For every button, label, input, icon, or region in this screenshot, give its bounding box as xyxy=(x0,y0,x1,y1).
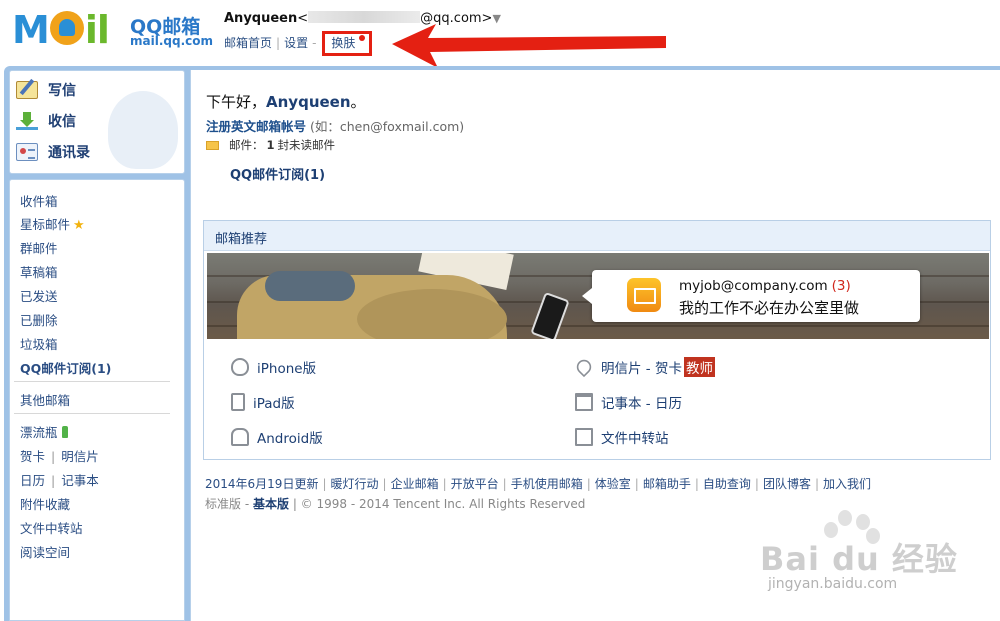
settings-link[interactable]: 设置 xyxy=(284,36,308,50)
notification-bubble: myjob@company.com (3) 我的工作不必在办公室里做 xyxy=(582,270,920,322)
mail-logo-mark: Mil xyxy=(12,8,110,52)
calendar-links: 日历 | 记事本 xyxy=(20,473,99,488)
baidu-watermark: Bai du 经验 jingyan.baidu.com xyxy=(740,510,980,610)
footer-link[interactable]: 自助查询 xyxy=(703,477,751,491)
skin-link-highlight[interactable]: 换肤 xyxy=(322,31,373,56)
footer-link[interactable]: 手机使用邮箱 xyxy=(511,477,583,491)
annotation-arrow-icon xyxy=(392,24,666,68)
watermark-url: jingyan.baidu.com xyxy=(768,576,898,592)
recommend-title: 邮箱推荐 xyxy=(204,221,990,251)
teacher-tag: 教师 xyxy=(683,357,715,377)
drift-bottle-link[interactable]: 漂流瓶 xyxy=(20,422,68,441)
folder-divider xyxy=(14,413,170,414)
compose-button[interactable]: 写信 xyxy=(16,78,76,102)
qqmail-logo[interactable]: Mil QQ邮箱 mail.qq.com xyxy=(12,8,213,52)
folder-deleted[interactable]: 已删除 xyxy=(20,310,58,329)
redacted-email xyxy=(308,11,421,23)
footer-link[interactable]: 加入我们 xyxy=(823,477,871,491)
folder-other-mailboxes[interactable]: 其他邮箱 xyxy=(20,390,70,409)
standard-version-label[interactable]: 标准版 xyxy=(205,497,241,511)
greeting-card-link[interactable]: 贺卡 xyxy=(20,449,45,464)
calendar-link[interactable]: 日历 xyxy=(20,473,45,488)
footer-link[interactable]: 开放平台 xyxy=(451,477,499,491)
copyright-text: | © 1998 - 2014 Tencent Inc. All Rights … xyxy=(292,497,586,511)
postcard-link[interactable]: 明信片 xyxy=(61,449,99,464)
greeting-name: Anyqueen xyxy=(266,93,351,111)
inbox-download-icon xyxy=(16,112,38,130)
footer-link[interactable]: 企业邮箱 xyxy=(391,477,439,491)
update-date-link[interactable]: 2014年6月19日更新 xyxy=(205,477,318,491)
folder-group[interactable]: 群邮件 xyxy=(20,238,58,257)
footer-link[interactable]: 邮箱助手 xyxy=(643,477,691,491)
android-icon xyxy=(231,428,249,446)
home-link[interactable]: 邮箱首页 xyxy=(224,36,272,50)
folder-divider xyxy=(14,381,170,382)
footer-copyright: 标准版 - 基本版 | © 1998 - 2014 Tencent Inc. A… xyxy=(205,497,586,511)
footer-link[interactable]: 团队博客 xyxy=(763,477,811,491)
postcard-greeting-link[interactable]: 明信片 - 贺卡 教师 xyxy=(573,356,715,378)
folder-sent[interactable]: 已发送 xyxy=(20,286,58,305)
shoe-image xyxy=(265,271,355,301)
unread-summary[interactable]: 邮件： 1 封未读邮件 xyxy=(206,137,335,153)
banner-email: myjob@company.com xyxy=(679,278,828,294)
ipad-icon xyxy=(231,393,245,411)
compose-icon xyxy=(16,81,38,99)
footer-link[interactable]: 暖灯行动 xyxy=(331,477,379,491)
file-transfer-link[interactable]: 文件中转站 xyxy=(20,518,83,537)
folder-inbox[interactable]: 收件箱 xyxy=(20,191,58,210)
recommend-panel: 邮箱推荐 myjob@company.com (3) 我的工作不必在办公室里做 xyxy=(203,220,991,460)
new-dot-icon xyxy=(359,35,366,41)
phone-image xyxy=(530,291,570,339)
notebook-calendar-link[interactable]: 记事本 - 日历 xyxy=(575,392,682,412)
subscription-link[interactable]: QQ邮件订阅(1) xyxy=(230,164,325,183)
user-name: Anyqueen xyxy=(224,11,298,26)
banner-slogan: 我的工作不必在办公室里做 xyxy=(679,299,860,317)
heart-icon xyxy=(573,356,595,378)
file-transfer-station-link[interactable]: 文件中转站 xyxy=(575,427,669,447)
envelope-icon xyxy=(206,140,219,150)
greeting: 下午好，Anyqueen。 xyxy=(206,93,366,111)
star-icon: ★ xyxy=(73,218,85,233)
bottle-icon xyxy=(61,426,68,438)
cards-links: 贺卡 | 明信片 xyxy=(20,449,99,464)
receive-button[interactable]: 收信 xyxy=(16,109,76,133)
watermark-text: Bai du 经验 xyxy=(760,540,958,578)
skin-link[interactable]: 换肤 xyxy=(331,36,355,50)
folder-spam[interactable]: 垃圾箱 xyxy=(20,334,58,353)
calendar-icon xyxy=(575,393,593,411)
mail-app-icon xyxy=(627,278,661,312)
contacts-button[interactable]: 通讯录 xyxy=(16,140,90,164)
folder-starred[interactable]: 星标邮件 ★ xyxy=(20,214,85,233)
folder-subscription[interactable]: QQ邮件订阅(1) xyxy=(20,358,111,377)
unread-count: 1 xyxy=(266,138,275,152)
footer-link[interactable]: 体验室 xyxy=(595,477,631,491)
register-hint: (如：chen@foxmail.com) xyxy=(310,119,465,134)
iphone-version-link[interactable]: iPhone版 xyxy=(231,357,316,377)
penguin-watermark-icon xyxy=(108,91,178,169)
banner-count: (3) xyxy=(831,278,851,294)
ipad-version-link[interactable]: iPad版 xyxy=(231,392,295,412)
mobile-mail-banner[interactable]: myjob@company.com (3) 我的工作不必在办公室里做 xyxy=(207,253,989,339)
header: Mil QQ邮箱 mail.qq.com Anyqueen< @qq.com>▼ … xyxy=(0,0,1000,68)
file-transfer-icon xyxy=(575,428,593,446)
top-links: 邮箱首页 | 设置 - 换肤 xyxy=(224,31,373,56)
logo-domain: mail.qq.com xyxy=(130,34,213,48)
register-english-account-link[interactable]: 注册英文邮箱帐号 xyxy=(206,119,306,134)
footer-links: 2014年6月19日更新 | 暖灯行动 | 企业邮箱 | 开放平台 | 手机使用邮箱 | 体验室 | 邮… xyxy=(205,477,872,491)
folder-drafts[interactable]: 草稿箱 xyxy=(20,262,58,281)
reading-space-link[interactable]: 阅读空间 xyxy=(20,542,70,561)
contacts-icon xyxy=(16,143,38,161)
basic-version-link[interactable]: 基本版 xyxy=(253,497,289,511)
attachments-link[interactable]: 附件收藏 xyxy=(20,494,70,513)
notebook-link[interactable]: 记事本 xyxy=(61,473,99,488)
android-version-link[interactable]: Android版 xyxy=(231,427,323,447)
register-line: 注册英文邮箱帐号 (如：chen@foxmail.com) xyxy=(206,116,464,135)
apple-icon xyxy=(231,358,249,376)
